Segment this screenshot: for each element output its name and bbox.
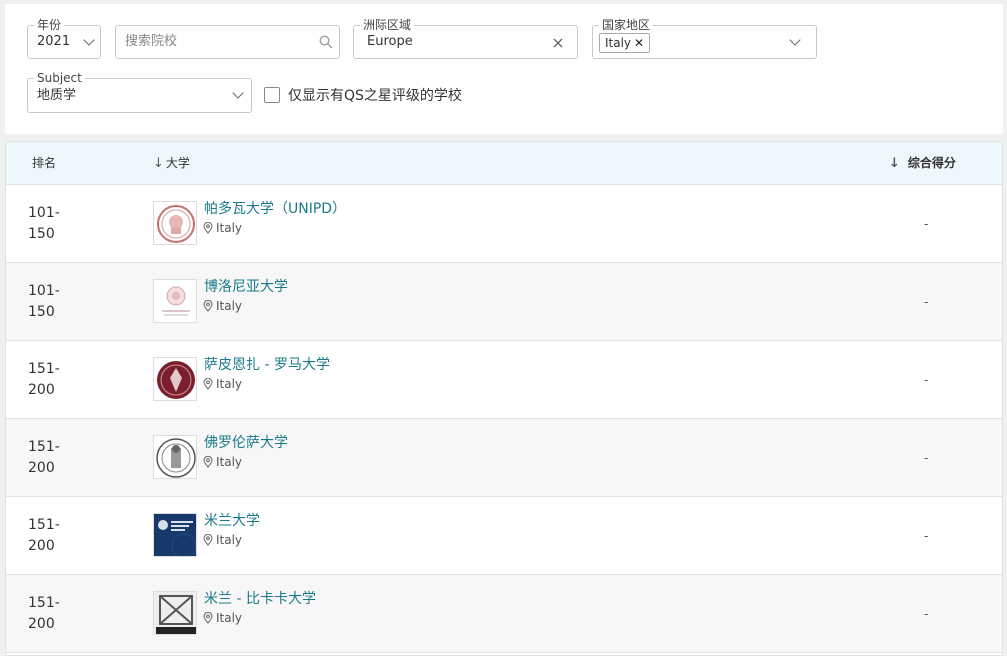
table-row[interactable]: 101- 150 帕多瓦大学（UNIPD） Italy - [6,185,1002,263]
university-logo [153,201,197,245]
close-icon[interactable] [553,38,563,48]
region-value: Europe [367,34,413,49]
university-name-link[interactable]: 萨皮恩扎 - 罗马大学 [204,354,330,374]
rank-top: 101- [28,283,60,299]
university-name-link[interactable]: 博洛尼亚大学 [204,276,288,296]
location-pin-icon [203,534,213,546]
location-label: Italy [216,377,243,391]
rank-top: 151- [28,439,60,455]
location: Italy [203,377,242,391]
qs-stars-checkbox[interactable] [264,87,280,103]
search-input[interactable]: 搜索院校 [125,26,177,57]
table-row[interactable]: 151- 200 萨皮恩扎 - 罗马大学 Italy - [6,341,1002,419]
close-icon[interactable]: ✕ [634,34,644,52]
rank-top: 151- [28,517,60,533]
rank-top: 151- [28,361,60,377]
location-label: Italy [216,533,243,547]
chevron-down-icon [232,87,244,99]
rank-top: 151- [28,595,60,611]
rank-cell: 151- 200 [28,575,60,653]
location: Italy [203,611,242,625]
rank-top: 101- [28,205,60,221]
university-logo [153,435,197,479]
qs-stars-label: 仅显示有QS之星评级的学校 [288,88,462,104]
year-select[interactable]: 年份 2021 [27,17,101,59]
filter-panel: 年份 2021 搜索院校 洲际区域 Europe 国家地区 Italy ✕ Su… [5,4,1003,134]
location: Italy [203,533,242,547]
rank-bottom: 200 [28,460,55,476]
rank-bottom: 200 [28,382,55,398]
subject-value: 地质学 [37,88,77,103]
university-logo [153,513,197,557]
search-icon [319,35,333,49]
chevron-down-icon [789,34,801,46]
score-cell: - [924,607,929,621]
university-name-link[interactable]: 米兰大学 [204,510,260,530]
arrow-down-icon: ↓ [153,156,164,171]
score-header-label: 综合得分 [907,156,956,170]
chevron-down-icon [83,34,95,46]
university-header-label: 大学 [165,156,190,170]
location-pin-icon [203,612,213,624]
location-label: Italy [216,299,243,313]
year-value: 2021 [37,34,71,49]
search-field[interactable]: 搜索院校 [115,25,340,59]
location-pin-icon [203,300,213,312]
table-header: 排名 ↓ 大学 ↓ 综合得分 [6,142,1002,185]
location-label: Italy [216,221,243,235]
university-name-link[interactable]: 佛罗伦萨大学 [204,432,288,452]
location: Italy [203,299,242,313]
rank-cell: 101- 150 [28,185,60,263]
location-label: Italy [216,611,243,625]
arrow-down-icon: ↓ [889,156,900,171]
university-name-link[interactable]: 米兰 - 比卡卡大学 [204,588,316,608]
rank-cell: 151- 200 [28,497,60,575]
qs-stars-filter[interactable]: 仅显示有QS之星评级的学校 [264,85,462,105]
country-legend: 国家地区 [599,17,654,33]
table-row[interactable]: 151- 200 佛罗伦萨大学 Italy - [6,419,1002,497]
university-header[interactable]: ↓ 大学 [153,142,190,185]
score-cell: - [924,451,929,465]
score-header[interactable]: ↓ 综合得分 [889,142,956,185]
location: Italy [203,455,242,469]
rank-bottom: 200 [28,538,55,554]
university-logo [153,357,197,401]
score-cell: - [924,217,929,231]
rank-cell: 151- 200 [28,419,60,497]
country-tag-label: Italy [605,36,632,50]
country-tag[interactable]: Italy ✕ [599,33,651,53]
table-row[interactable]: 151- 200 米兰 - 比卡卡大学 Italy - [6,575,1002,653]
region-select[interactable]: 洲际区域 Europe [353,17,578,59]
rank-bottom: 150 [28,226,55,242]
university-name-link[interactable]: 帕多瓦大学（UNIPD） [204,198,346,218]
ranking-table: 排名 ↓ 大学 ↓ 综合得分 101- 150 帕多瓦大学（UNIPD） Italy… [5,141,1003,656]
score-cell: - [924,295,929,309]
table-row[interactable]: 101- 150 博洛尼亚大学 Italy - [6,263,1002,341]
rank-bottom: 150 [28,304,55,320]
university-logo [153,591,197,635]
country-select[interactable]: 国家地区 Italy ✕ [592,17,817,59]
subject-select[interactable]: Subject 地质学 [27,70,252,113]
rank-cell: 151- 200 [28,341,60,419]
table-row[interactable]: 151- 200 米兰大学 Italy - [6,497,1002,575]
score-cell: - [924,529,929,543]
rank-cell: 101- 150 [28,263,60,341]
location-label: Italy [216,455,243,469]
score-cell: - [924,373,929,387]
location: Italy [203,221,242,235]
rank-header: 排名 [32,156,57,170]
university-logo [153,279,197,323]
location-pin-icon [203,222,213,234]
rank-bottom: 200 [28,616,55,632]
location-pin-icon [203,378,213,390]
location-pin-icon [203,456,213,468]
